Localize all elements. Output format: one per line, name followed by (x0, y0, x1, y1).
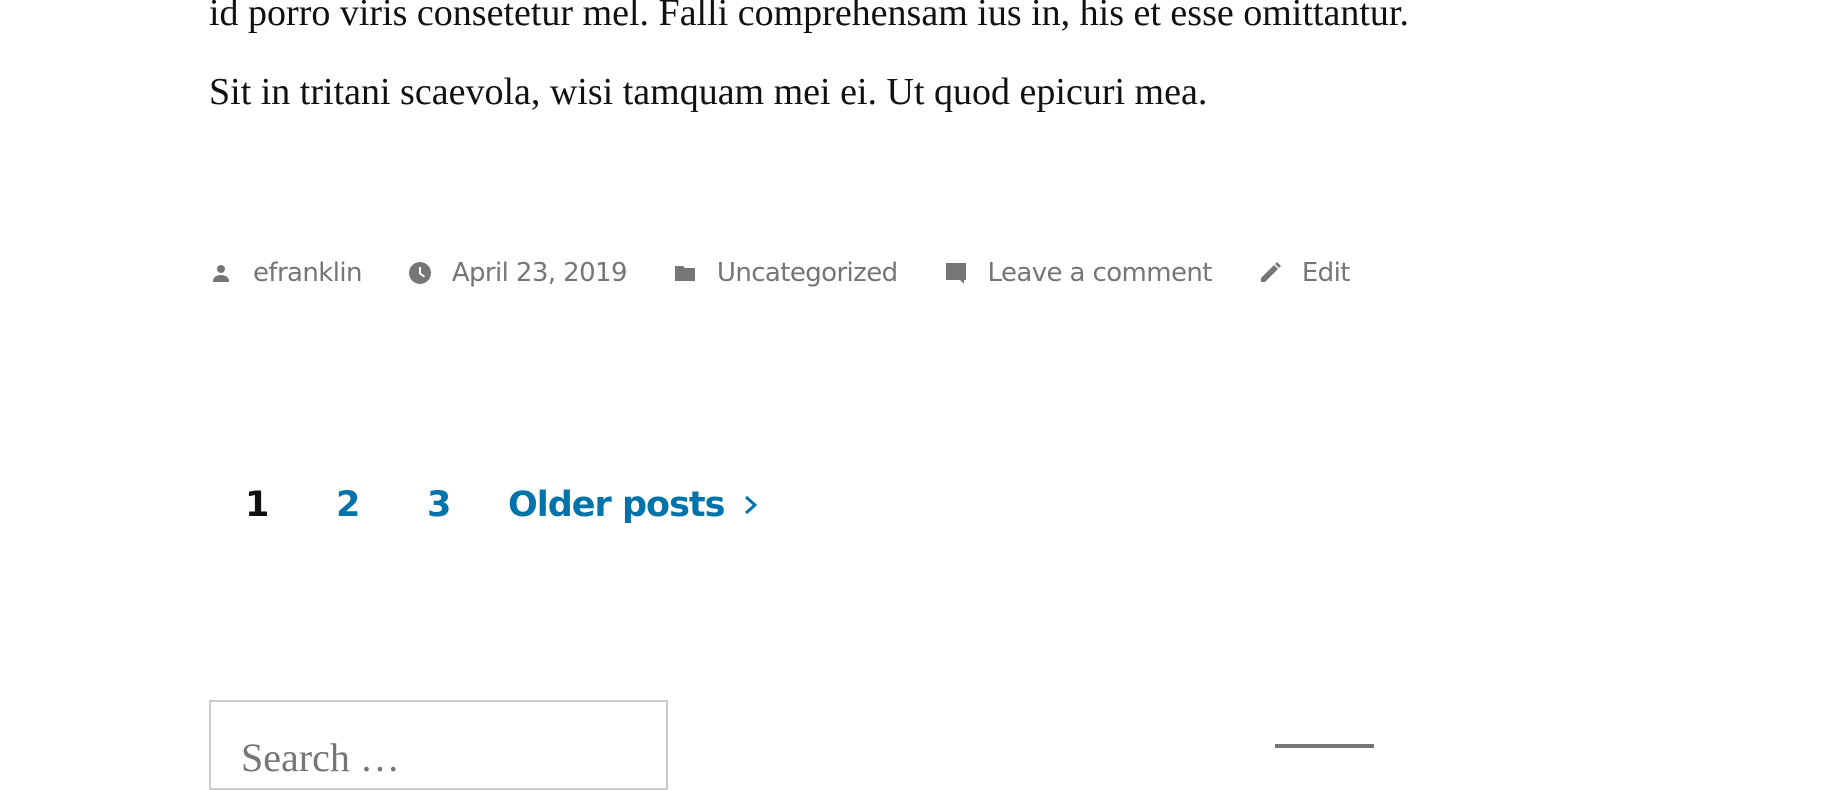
search-form (209, 700, 668, 790)
clock-icon (408, 262, 431, 284)
edit-link[interactable]: Edit (1302, 258, 1351, 288)
post-edit[interactable]: Edit (1258, 258, 1350, 288)
older-posts-link[interactable]: Older posts (508, 485, 762, 525)
older-posts-label: Older posts (508, 485, 725, 525)
pencil-icon (1260, 262, 1281, 282)
author-link[interactable]: efranklin (253, 258, 362, 288)
post-paragraph-line-1: id porro viris consetetur mel. Falli com… (209, 0, 1409, 34)
category-link[interactable]: Uncategorized (717, 258, 898, 288)
page-number-current: 1 (245, 485, 269, 525)
decorative-divider (1275, 744, 1374, 748)
post-date[interactable]: April 23, 2019 (408, 258, 628, 288)
post-category[interactable]: Uncategorized (673, 258, 898, 288)
post-author[interactable]: efranklin (209, 258, 362, 288)
comment-icon (945, 263, 966, 284)
leave-comment-link[interactable]: Leave a comment (988, 258, 1213, 288)
chevron-right-icon (745, 495, 758, 515)
post-comments[interactable]: Leave a comment (944, 258, 1212, 288)
date-link[interactable]: April 23, 2019 (452, 258, 628, 288)
person-icon (213, 265, 229, 282)
page-link-2[interactable]: 2 (336, 485, 360, 525)
post-paragraph-line-2: Sit in tritani scaevola, wisi tamquam me… (209, 71, 1208, 113)
folder-icon (674, 266, 695, 281)
page-link-3[interactable]: 3 (427, 485, 451, 525)
post-meta: efranklin April 23, 2019 Uncategorized L… (209, 258, 1396, 288)
